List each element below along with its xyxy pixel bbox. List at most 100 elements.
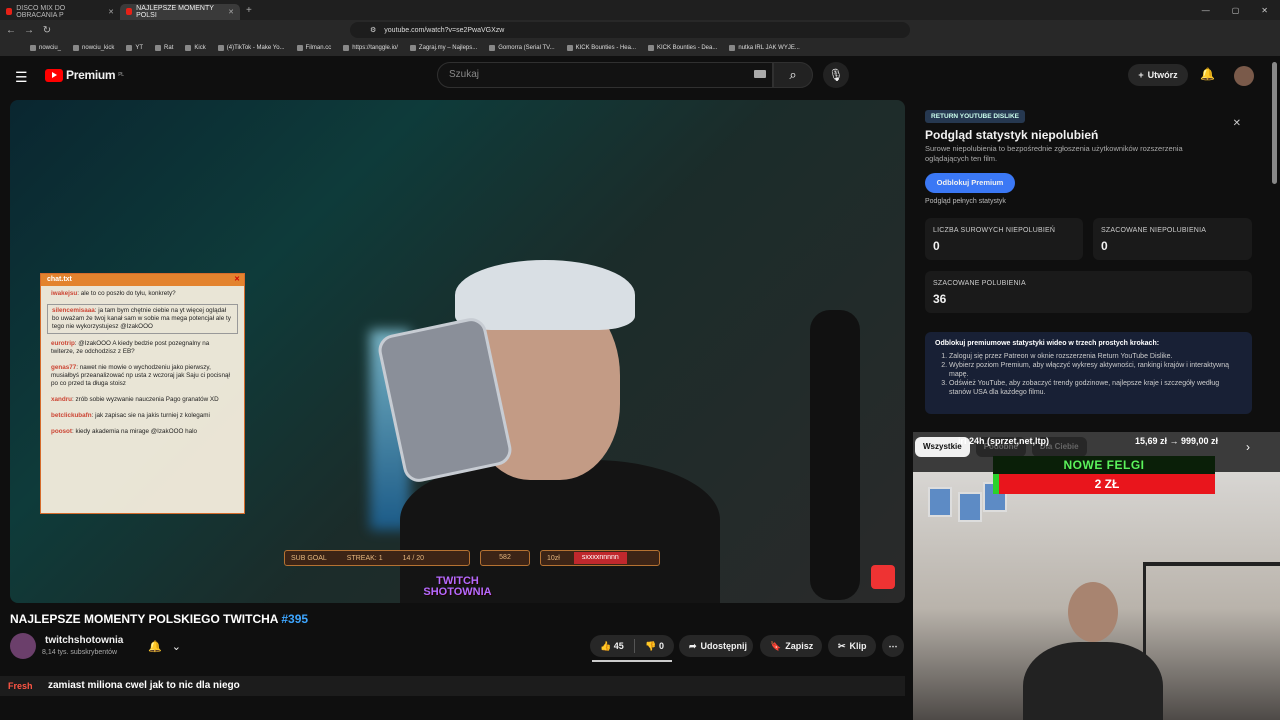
bookmark-item[interactable]: Kick <box>185 45 206 51</box>
chat-message: genas77: nawet nie mowie o wychodzeniu j… <box>51 364 230 387</box>
secondary-stream-overlay: Wszystkie Podobne Dla Ciebie › irl 24h (… <box>913 432 1280 720</box>
bookmark-icon: 🔖 <box>770 640 782 651</box>
close-window-icon[interactable]: ✕ <box>1261 6 1268 15</box>
preview-full-stats-link[interactable]: Podgląd pełnych statystyk <box>925 198 1006 205</box>
chat-close-icon: ✕ <box>234 276 240 283</box>
browser-tab-1[interactable]: DISCO MIX DO OBRACANIA P ✕ <box>0 4 120 20</box>
clip-button[interactable]: ✂ Klip <box>828 635 876 657</box>
chat-message: betclickubafn: jak zapisac sie na jakis … <box>51 412 210 419</box>
address-bar-row: ← → ↻ ⚙ youtube.com/watch?v=se2PwaVGXzw <box>0 20 1280 40</box>
tab-close-icon[interactable]: ✕ <box>228 8 234 16</box>
browser-tab-2[interactable]: NAJLEPSZE MOMENTY POLSI ✕ <box>120 3 240 20</box>
pip-bed-frame <box>1143 562 1280 682</box>
like-ratio-bar <box>592 660 672 662</box>
logo-region: PL <box>118 72 124 78</box>
reload-icon[interactable]: ↻ <box>40 25 54 36</box>
channel-name[interactable]: twitchshotownia <box>45 635 123 646</box>
bookmark-item[interactable]: (4)TikTok - Make Yo... <box>217 45 285 51</box>
bookmark-item[interactable]: nowciu_kick <box>73 45 114 51</box>
maximize-icon[interactable]: ▢ <box>1232 6 1240 15</box>
channel-watermark: TWITCH SHOTOWNIA <box>423 575 492 598</box>
step-item: Wybierz poziom Premium, aby włączyć wykr… <box>949 361 1242 379</box>
bookmark-icon <box>126 45 133 51</box>
video-player[interactable]: chat.txt ✕ iwakejsu: ale to co poszło do … <box>10 100 905 603</box>
step-item: Odśwież YouTube, aby zobaczyć trendy god… <box>949 379 1242 397</box>
back-icon[interactable]: ← <box>4 25 18 36</box>
goal-banner-value: 2 ZŁ <box>993 474 1215 494</box>
bookmark-item[interactable]: nutka IRL JAK WYJE... <box>729 45 800 51</box>
chat-message: poosot: kiedy akademia na mirage @IzakOO… <box>51 428 198 435</box>
youtube-header: ☰ Premium PL Szukaj ⌕ 🎙 + Utwórz 🔔 <box>0 56 1280 96</box>
site-info-icon[interactable]: ⚙ <box>370 26 376 34</box>
like-dislike-group: 👍 45 👎 0 <box>590 635 674 657</box>
bookmark-item[interactable]: https://tanggle.io/ <box>343 45 398 51</box>
channel-avatar[interactable] <box>10 633 36 659</box>
chat-title: chat.txt ✕ <box>41 274 244 286</box>
pip-person-body <box>1023 642 1163 720</box>
bookmark-item[interactable]: Filman.cc <box>296 45 331 51</box>
bookmark-item[interactable]: KICK Bounties - Dea... <box>648 45 717 51</box>
search-input[interactable]: Szukaj <box>437 62 773 88</box>
bookmark-icon <box>185 45 192 51</box>
bookmark-icon <box>409 45 416 51</box>
browser-tab-bar: DISCO MIX DO OBRACANIA P ✕ NAJLEPSZE MOM… <box>0 0 1280 20</box>
unlock-premium-button[interactable]: Odblokuj Premium <box>925 173 1015 193</box>
bookmark-icon <box>30 45 36 51</box>
goal-banner: NOWE FELGI <box>993 456 1215 474</box>
menu-icon[interactable]: ☰ <box>15 69 28 86</box>
forward-icon[interactable]: → <box>22 25 36 36</box>
bookmark-item[interactable]: Rat <box>155 45 173 51</box>
more-actions-button[interactable]: ⋯ <box>882 635 904 657</box>
tab-close-icon[interactable]: ✕ <box>108 8 114 16</box>
description-prefix: Fresh <box>8 681 33 691</box>
notifications-bell-icon[interactable]: 🔔 <box>1200 67 1215 81</box>
bookmark-item[interactable]: Gomorra (Serial TV... <box>489 45 555 51</box>
url-field[interactable]: ⚙ youtube.com/watch?v=se2PwaVGXzw <box>350 22 910 38</box>
search-button[interactable]: ⌕ <box>773 62 813 88</box>
bookmark-icon <box>729 45 736 51</box>
bookmark-item[interactable]: nowciu_ <box>30 45 61 51</box>
close-icon[interactable]: ✕ <box>1233 118 1241 129</box>
page-scrollbar[interactable] <box>1272 62 1277 184</box>
youtube-favicon-icon <box>126 8 133 15</box>
sub-goal-label: SUB GOAL <box>291 554 327 562</box>
tip-amount: 10zł <box>547 554 560 562</box>
dislike-button[interactable]: 👎 0 <box>645 641 664 652</box>
bookmark-icon <box>566 45 573 51</box>
subscription-bell-button[interactable]: 🔔 ⌄ <box>140 635 188 657</box>
share-button[interactable]: ➦ Udostępnij <box>679 635 753 657</box>
url-text: youtube.com/watch?v=se2PwaVGXzw <box>384 26 505 34</box>
stat-estimated-dislikes: SZACOWANE NIEPOLUBIENIA 0 <box>1093 218 1252 260</box>
minimize-icon[interactable]: — <box>1202 6 1210 15</box>
title-hashtag[interactable]: #395 <box>281 612 308 626</box>
bookmark-icon <box>343 45 350 51</box>
tip-widget: 10zł sxxxxnnnnn <box>540 550 660 566</box>
voice-search-button[interactable]: 🎙 <box>823 62 849 88</box>
youtube-watermark-icon[interactable] <box>871 565 895 589</box>
sub-goal-widget: SUB GOAL STREAK: 1 14 / 20 <box>284 550 470 566</box>
thumbs-up-icon: 👍 <box>600 640 612 651</box>
bookmark-item[interactable]: KICK Bounties - Hea... <box>566 45 636 51</box>
divider <box>634 639 635 653</box>
keyboard-icon[interactable] <box>754 70 766 78</box>
pip-wall-picture <box>928 487 952 517</box>
create-button[interactable]: + Utwórz <box>1128 64 1188 86</box>
description-box[interactable]: Fresh zamiast miliona cwel jak to nic dl… <box>0 676 905 696</box>
bookmark-icon <box>73 45 80 51</box>
sub-goal-progress: 14 / 20 <box>402 554 425 562</box>
sub-count-widget: 582 <box>480 550 530 566</box>
ryd-panel: RETURN YOUTUBE DISLIKE ✕ Podgląd statyst… <box>915 100 1261 428</box>
youtube-logo[interactable]: Premium PL <box>45 68 124 82</box>
more-icon: ⋯ <box>888 640 898 651</box>
ryd-title: Podgląd statystyk niepolubień <box>925 128 1099 142</box>
account-avatar[interactable] <box>1234 66 1254 86</box>
new-tab-icon[interactable]: + <box>240 5 258 16</box>
like-button[interactable]: 👍 45 <box>600 641 624 652</box>
video-title: NAJLEPSZE MOMENTY POLSKIEGO TWITCHA #395 <box>10 612 309 626</box>
bookmark-item[interactable]: Zagraj.my – Najleps... <box>409 45 477 51</box>
pip-wall-picture <box>958 492 982 522</box>
chevron-right-icon[interactable]: › <box>1246 440 1250 454</box>
save-button[interactable]: 🔖 Zapisz <box>760 635 822 657</box>
video-person-hair <box>455 260 635 330</box>
bookmark-item[interactable]: YT <box>126 45 143 51</box>
